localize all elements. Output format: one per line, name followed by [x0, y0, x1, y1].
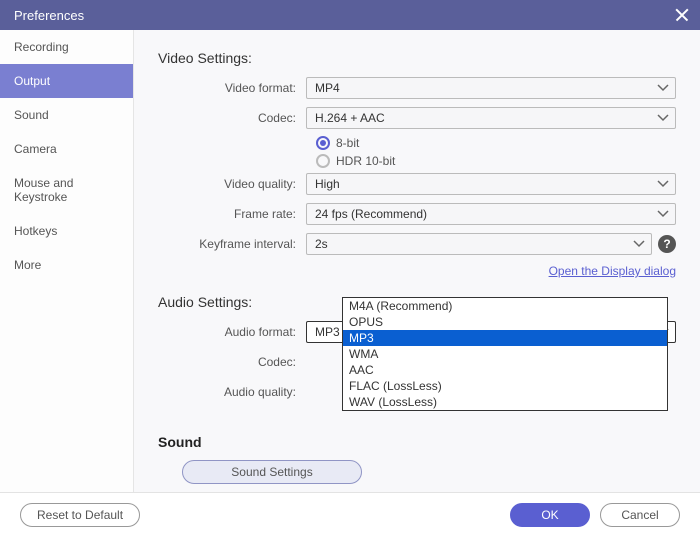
sidebar: Recording Output Sound Camera Mouse and …: [0, 30, 134, 492]
radio-hdr10[interactable]: [316, 154, 330, 168]
video-quality-value: High: [315, 177, 340, 191]
video-codec-value: H.264 + AAC: [315, 111, 385, 125]
video-format-value: MP4: [315, 81, 340, 95]
content-panel: Video Settings: Video format: MP4 Codec:…: [134, 30, 700, 492]
frame-rate-value: 24 fps (Recommend): [315, 207, 427, 221]
keyframe-interval-value: 2s: [315, 237, 328, 251]
dropdown-option[interactable]: WMA: [343, 346, 667, 362]
reset-to-default-button[interactable]: Reset to Default: [20, 503, 140, 527]
video-settings-title: Video Settings:: [158, 50, 676, 66]
sidebar-item-mouse-keystroke[interactable]: Mouse and Keystroke: [0, 166, 133, 214]
chevron-down-icon: [633, 240, 645, 248]
audio-quality-label: Audio quality:: [158, 385, 306, 399]
help-icon[interactable]: ?: [658, 235, 676, 253]
video-codec-label: Codec:: [158, 111, 306, 125]
radio-8bit[interactable]: [316, 136, 330, 150]
audio-format-value: MP3: [315, 325, 340, 339]
sidebar-item-recording[interactable]: Recording: [0, 30, 133, 64]
chevron-down-icon: [657, 210, 669, 218]
dropdown-option[interactable]: M4A (Recommend): [343, 298, 667, 314]
close-icon[interactable]: [674, 7, 690, 23]
frame-rate-select[interactable]: 24 fps (Recommend): [306, 203, 676, 225]
dropdown-option[interactable]: OPUS: [343, 314, 667, 330]
radio-hdr10-label: HDR 10-bit: [336, 154, 395, 168]
sidebar-item-output[interactable]: Output: [0, 64, 133, 98]
sidebar-item-camera[interactable]: Camera: [0, 132, 133, 166]
audio-codec-label: Codec:: [158, 355, 306, 369]
ok-button[interactable]: OK: [510, 503, 590, 527]
dropdown-option-selected[interactable]: MP3: [343, 330, 667, 346]
sound-section-title: Sound: [158, 434, 676, 450]
footer: Reset to Default OK Cancel: [0, 492, 700, 536]
chevron-down-icon: [657, 180, 669, 188]
frame-rate-label: Frame rate:: [158, 207, 306, 221]
keyframe-interval-label: Keyframe interval:: [158, 237, 306, 251]
dropdown-option[interactable]: FLAC (LossLess): [343, 378, 667, 394]
cancel-button[interactable]: Cancel: [600, 503, 680, 527]
keyframe-interval-select[interactable]: 2s: [306, 233, 652, 255]
titlebar: Preferences: [0, 0, 700, 30]
sidebar-item-hotkeys[interactable]: Hotkeys: [0, 214, 133, 248]
chevron-down-icon: [657, 84, 669, 92]
dropdown-option[interactable]: WAV (LossLess): [343, 394, 667, 410]
video-quality-select[interactable]: High: [306, 173, 676, 195]
sound-settings-button[interactable]: Sound Settings: [182, 460, 362, 484]
dropdown-option[interactable]: AAC: [343, 362, 667, 378]
radio-8bit-label: 8-bit: [336, 136, 359, 150]
video-format-label: Video format:: [158, 81, 306, 95]
open-display-dialog-link[interactable]: Open the Display dialog: [549, 264, 676, 278]
main-area: Recording Output Sound Camera Mouse and …: [0, 30, 700, 492]
audio-format-label: Audio format:: [158, 325, 306, 339]
sidebar-item-more[interactable]: More: [0, 248, 133, 282]
window-title: Preferences: [14, 8, 84, 23]
sidebar-item-sound[interactable]: Sound: [0, 98, 133, 132]
video-quality-label: Video quality:: [158, 177, 306, 191]
audio-format-dropdown[interactable]: M4A (Recommend) OPUS MP3 WMA AAC FLAC (L…: [342, 297, 668, 411]
video-format-select[interactable]: MP4: [306, 77, 676, 99]
video-codec-select[interactable]: H.264 + AAC: [306, 107, 676, 129]
chevron-down-icon: [657, 114, 669, 122]
